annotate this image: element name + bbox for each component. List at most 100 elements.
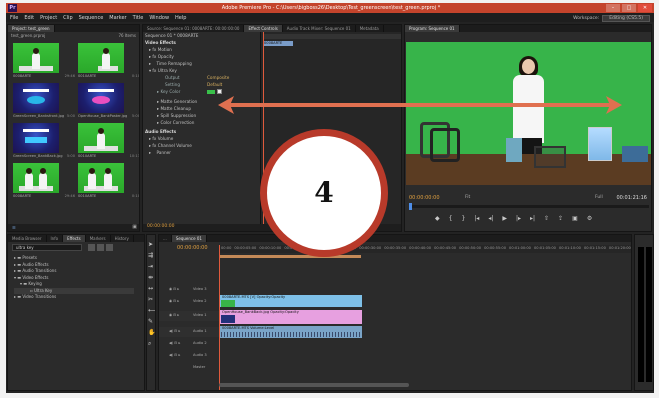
track-audio-3[interactable]: ◀) ⊟ ▸ Audio 3 (159, 351, 219, 361)
tab-sequence-01[interactable]: Sequence 01 (171, 235, 207, 242)
maximize-button[interactable]: □ (622, 4, 636, 12)
lift-icon[interactable]: ⇧ (544, 215, 549, 222)
effect-ultra-key[interactable]: ▾ fx Ultra Key (149, 67, 177, 74)
effect-opacity[interactable]: ▸ fx Opacity (149, 53, 174, 60)
track-video-2[interactable]: ◉ ⊟ ▸ Video 2 (159, 297, 219, 307)
track-select-tool-icon[interactable]: ⇶ (148, 252, 155, 259)
new-item-icon[interactable]: ▣ (132, 224, 137, 230)
track-audio-2[interactable]: ◀) ⊟ ▸ Audio 2 (159, 339, 219, 349)
effect-motion[interactable]: ▸ fx Motion (149, 46, 172, 53)
step-forward-icon[interactable]: |▸ (516, 215, 521, 222)
timeline-zoom-scrollbar[interactable] (219, 383, 409, 387)
track-audio-1[interactable]: ◀) ⊟ ▸ Audio 1 (159, 327, 219, 337)
project-panel: Project: test_green test_green.prproj 76… (7, 24, 140, 232)
eyedropper-icon[interactable] (217, 89, 222, 94)
thumbnail[interactable]: 0008ARTE 29:46 (13, 163, 75, 198)
tree-video-transitions[interactable]: ▸ ▬ Video Transitions (14, 294, 134, 301)
razor-tool-icon[interactable]: ✂ (148, 296, 155, 303)
menu-help[interactable]: Help (175, 15, 186, 21)
tab-audio-mixer[interactable]: Audio Track Mixer: Sequence 01 (283, 25, 356, 32)
thumbnail[interactable]: 0010ARTE 0:10 (78, 43, 139, 78)
thumbnail[interactable]: 0010ARTE 0:10 (78, 163, 139, 198)
menu-edit[interactable]: Edit (24, 15, 34, 21)
ripple-edit-tool-icon[interactable]: ⇥ (148, 263, 155, 270)
tab-timeline-prev[interactable]: ... (159, 235, 172, 242)
tab-effects[interactable]: Effects (63, 235, 86, 242)
effect-time-remap[interactable]: ▸ Time Remapping (149, 60, 192, 67)
hand-tool-icon[interactable]: ✋ (148, 329, 155, 336)
track-video-3[interactable]: ◉ ⊟ ▸ Video 3 (159, 285, 219, 295)
tab-metadata[interactable]: Metadata (356, 25, 384, 32)
resolution-select[interactable]: Full (595, 195, 603, 200)
menu-file[interactable]: File (10, 15, 18, 21)
close-button[interactable]: ✕ (638, 4, 652, 12)
program-scrubber[interactable] (409, 203, 649, 210)
tab-source[interactable]: Source: Sequence 01: 0008ARTE: 00:00:00:… (143, 25, 245, 32)
thumbnail[interactable]: OpenHouse_BankPoster.jpg 5:00 (78, 83, 139, 118)
go-to-in-icon[interactable]: |◂ (474, 215, 479, 222)
thumbnail[interactable]: GreenScreen_Banksfront.jpg 5:00 (13, 83, 75, 118)
track-video-1[interactable]: ◉ ⊟ ▸ Video 1 (159, 311, 219, 321)
rolling-edit-tool-icon[interactable]: ⇹ (148, 274, 155, 281)
zoom-select[interactable]: Fit (465, 195, 470, 200)
minimize-button[interactable]: – (606, 4, 620, 12)
settings-icon[interactable]: ⚙ (587, 215, 592, 222)
spill-suppression[interactable]: ▸ Spill Suppression (157, 112, 196, 119)
color-correction[interactable]: ▸ Color Correction (157, 119, 194, 126)
thumbnail[interactable]: 0008ARTE 29:46 (13, 43, 75, 78)
step-back-icon[interactable]: ◂| (488, 215, 493, 222)
marker-icon[interactable]: ◆ (435, 215, 440, 222)
tab-project[interactable]: Project: test_green (8, 25, 55, 32)
tab-program[interactable]: Program: Sequence 01 (405, 25, 460, 32)
timeline-ruler[interactable]: 00:0000:00:05:0000:00:10:0000:00:15:0000… (219, 245, 631, 253)
tab-info[interactable]: Info (47, 235, 64, 242)
effect-panner[interactable]: ▸ Panner (149, 149, 171, 156)
thumbnail[interactable]: 0010ARTE 10:13 (78, 123, 139, 158)
work-area-bar[interactable] (219, 255, 361, 258)
program-playhead[interactable] (409, 203, 412, 210)
slip-tool-icon[interactable]: ⟷ (148, 307, 155, 314)
output-value[interactable]: Composite (207, 74, 229, 81)
effect-channel-volume[interactable]: ▸ fx Channel Volume (149, 142, 192, 149)
tab-effect-controls[interactable]: Effect Controls (244, 25, 283, 32)
play-icon[interactable]: ▶ (502, 215, 507, 222)
menu-sequence[interactable]: Sequence (79, 15, 104, 21)
thumbnail[interactable]: GreenScreen_BankBack.jpg 5:00 (13, 123, 75, 158)
mark-out-icon[interactable]: } (461, 215, 465, 222)
effect-volume[interactable]: ▸ fx Volume (149, 135, 173, 142)
effects-search-input[interactable]: ultra key (12, 244, 82, 251)
yuv-filter-icon[interactable] (106, 244, 113, 251)
matte-cleanup[interactable]: ▸ Matte Cleanup (157, 105, 191, 112)
menu-window[interactable]: Window (149, 15, 169, 21)
clip-audio-1[interactable]: 0008ARTE.MTS Volume:Level (220, 326, 362, 338)
menu-title[interactable]: Title (133, 15, 144, 21)
ec-clip[interactable]: 0008ARTE (263, 41, 293, 46)
program-timecode[interactable]: 00:00:00:00 (409, 195, 440, 201)
mark-in-icon[interactable]: { (449, 215, 453, 222)
menu-marker[interactable]: Marker (109, 15, 126, 21)
selection-tool-icon[interactable]: ➤ (148, 241, 155, 248)
matte-generation[interactable]: ▸ Matte Generation (157, 98, 197, 105)
32bit-filter-icon[interactable] (97, 244, 104, 251)
tab-history[interactable]: History (111, 235, 134, 242)
key-color-swatch[interactable] (207, 90, 215, 94)
zoom-tool-icon[interactable]: ⌕ (148, 340, 155, 348)
rate-stretch-tool-icon[interactable]: ↔ (148, 285, 155, 292)
list-view-icon[interactable]: ☰ (12, 225, 16, 230)
tab-markers[interactable]: Markers (86, 235, 111, 242)
setting-value[interactable]: Default (207, 81, 222, 88)
go-to-out-icon[interactable]: ▸| (530, 215, 535, 222)
ec-timecode[interactable]: 00:00:00:00 (147, 224, 174, 229)
clip-video-2[interactable]: 0008ARTE.MTS [V] Opacity:Opacity (220, 295, 362, 307)
track-master[interactable]: Master (159, 363, 219, 373)
extract-icon[interactable]: ⇪ (558, 215, 563, 222)
export-frame-icon[interactable]: ▣ (572, 215, 578, 222)
menu-clip[interactable]: Clip (63, 15, 72, 21)
accelerated-filter-icon[interactable] (88, 244, 95, 251)
workspace-select[interactable]: Editing (CS5.5) (602, 15, 650, 22)
menu-project[interactable]: Project (40, 15, 57, 21)
tab-media-browser[interactable]: Media Browser (8, 235, 47, 242)
clip-video-1[interactable]: OpenHouse_BankBack.jpg Opacity:Opacity (220, 310, 362, 324)
pen-tool-icon[interactable]: ✎ (148, 318, 155, 325)
timeline-timecode[interactable]: 00:00:00:00 (177, 245, 208, 251)
